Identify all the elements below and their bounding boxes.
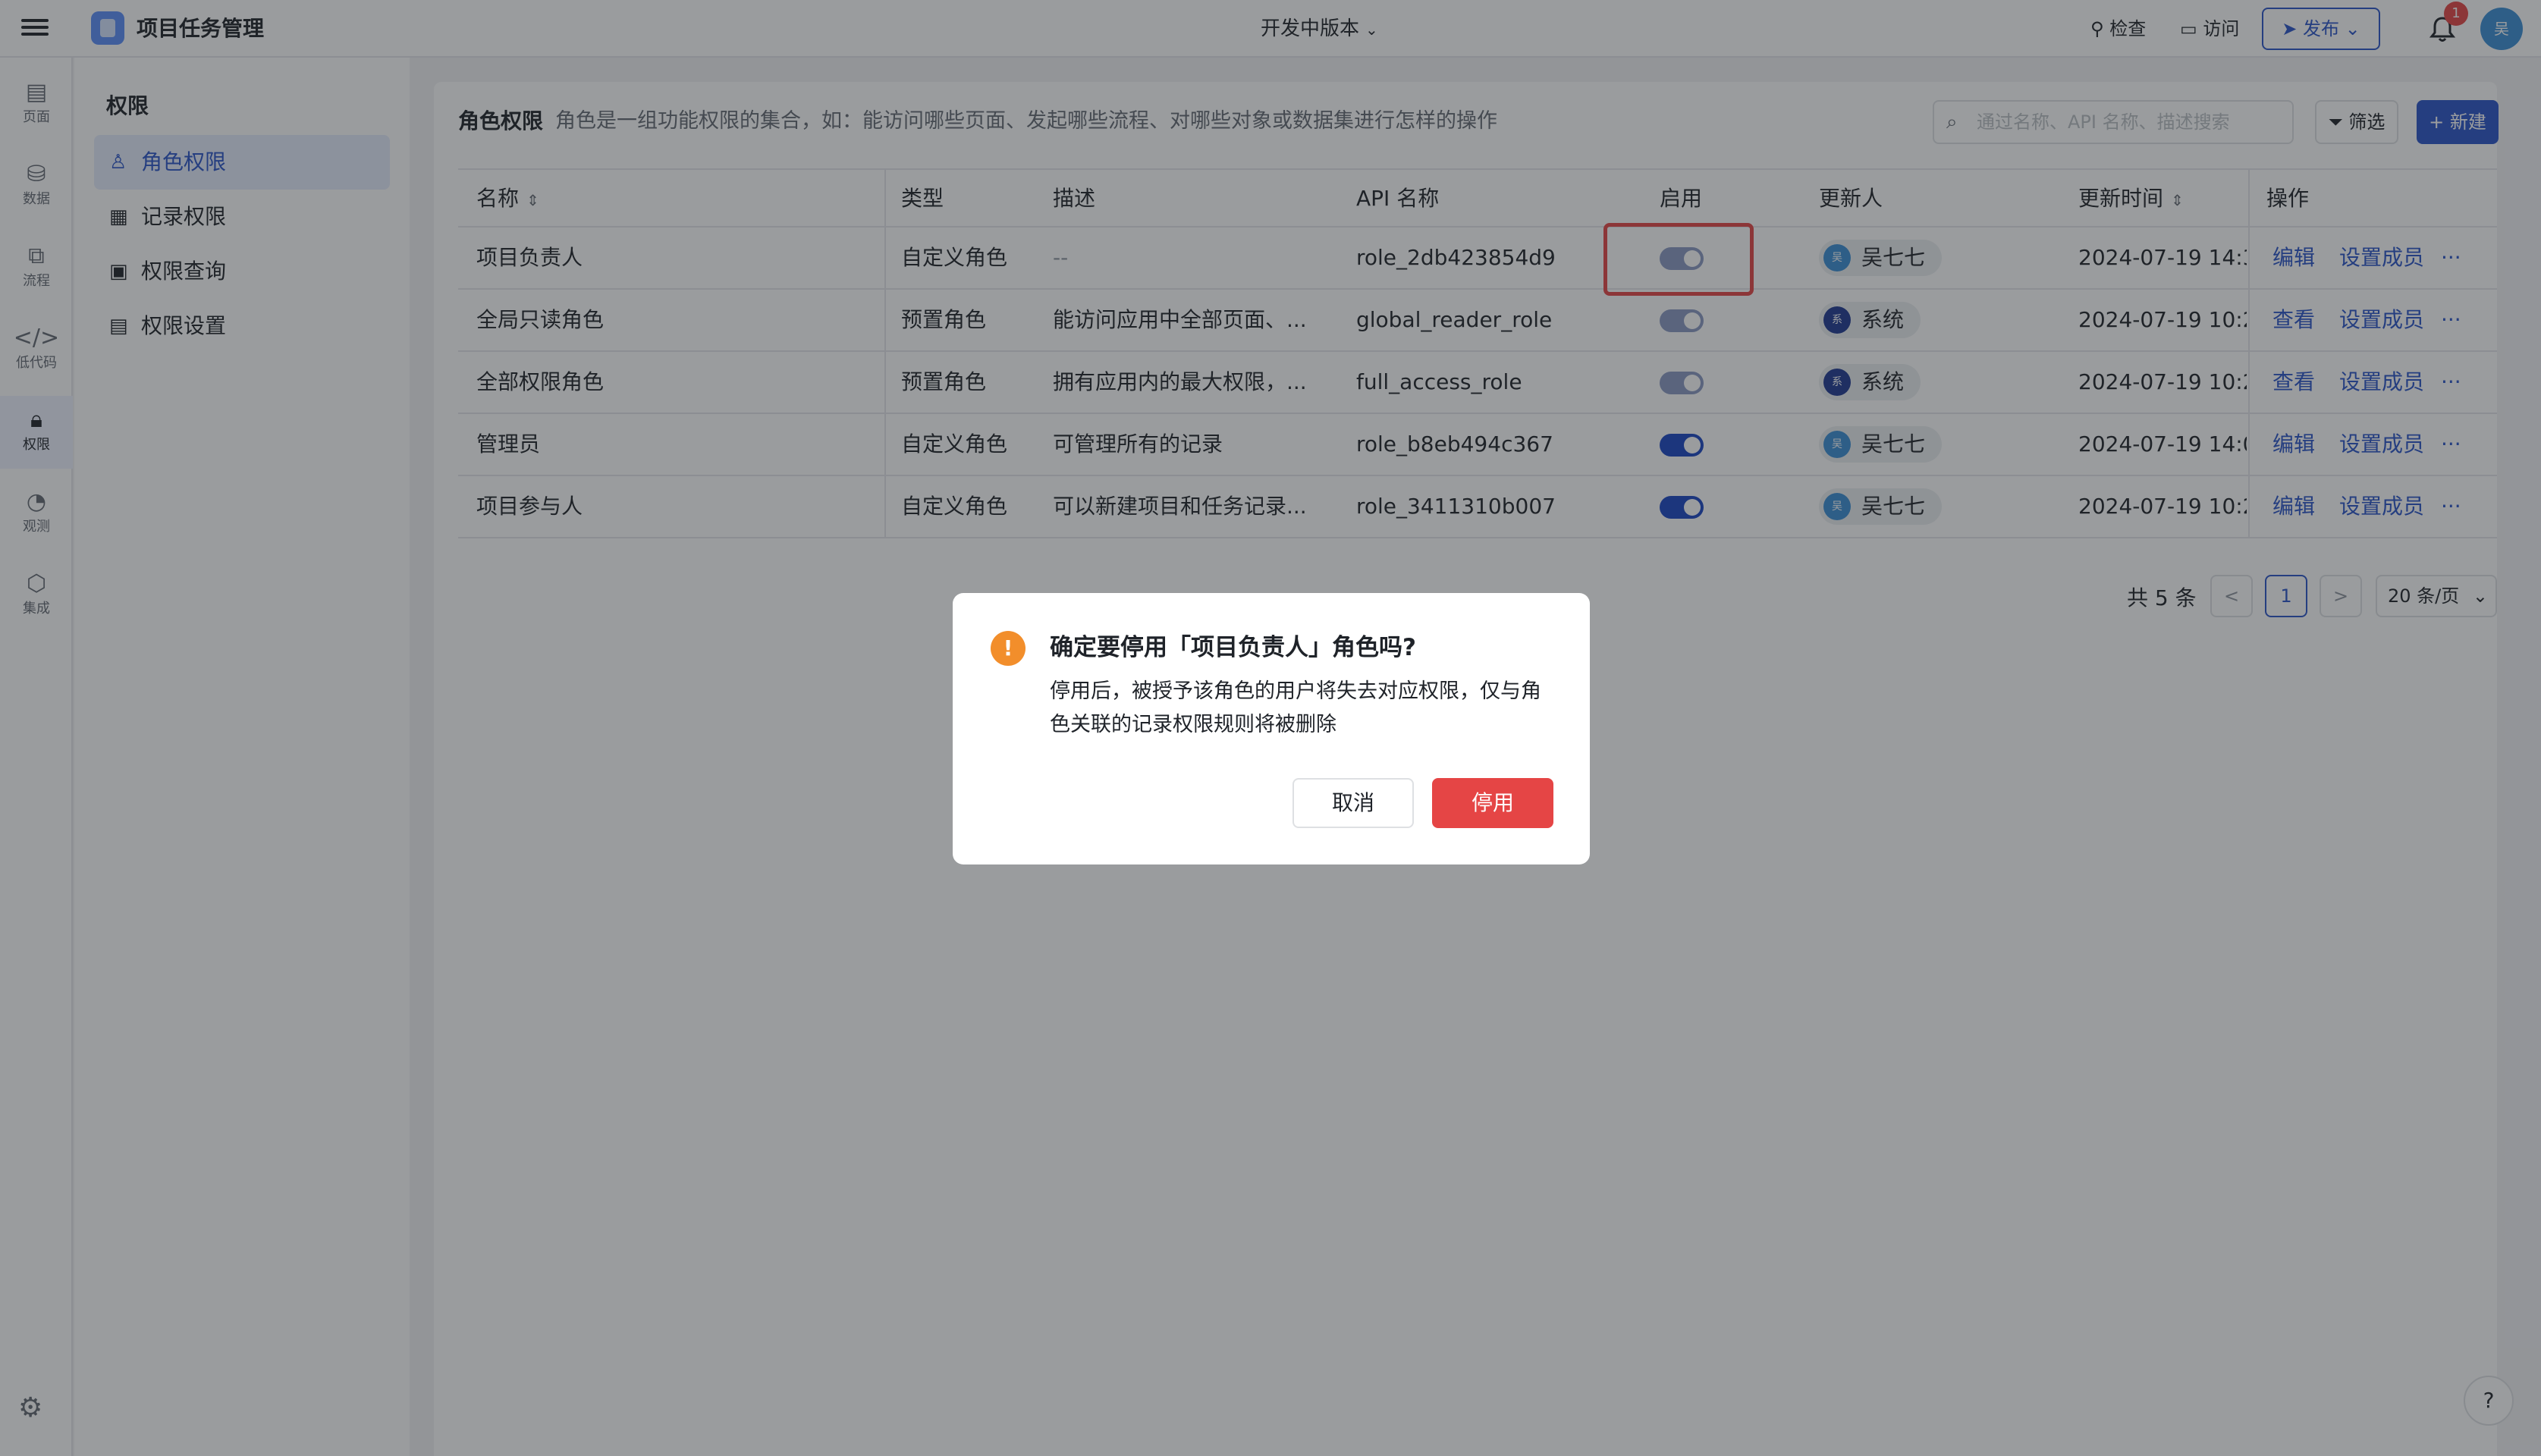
dialog-body: 停用后，被授予该角色的用户将失去对应权限，仅与角色关联的记录权限规则将被删除 [1050,679,1541,736]
dialog-title: 确定要停用「项目负责人」角色吗? [1050,634,1416,661]
confirm-dialog: ! 确定要停用「项目负责人」角色吗? 停用后，被授予该角色的用户将失去对应权限，… [953,593,1590,864]
cancel-button[interactable]: 取消 [1292,778,1414,828]
disable-confirm-button[interactable]: 停用 [1432,778,1553,828]
warning-icon: ! [991,631,1026,666]
